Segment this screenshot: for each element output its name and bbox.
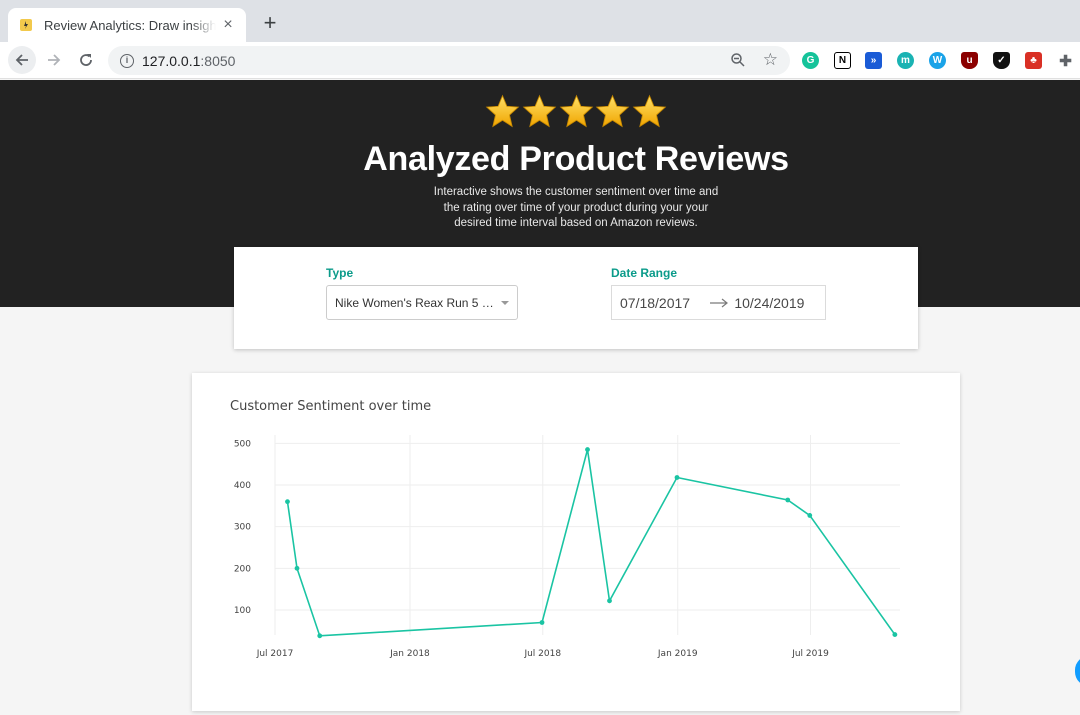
browser-tab[interactable]: Review Analytics: Draw insights × bbox=[8, 8, 246, 42]
y-tick-label: 100 bbox=[234, 606, 251, 616]
five-star-rating bbox=[485, 94, 667, 132]
arrow-right-icon bbox=[48, 54, 61, 66]
data-point bbox=[294, 565, 300, 571]
date-range-picker: 07/18/2017 10/24/2019 bbox=[611, 285, 826, 320]
x-tick-label: Jul 2018 bbox=[523, 649, 561, 659]
forward-button[interactable] bbox=[40, 46, 68, 74]
y-tick-label: 300 bbox=[234, 523, 251, 533]
grammarly-icon[interactable]: G bbox=[802, 52, 819, 69]
star-icon bbox=[595, 94, 630, 128]
data-point bbox=[807, 513, 813, 518]
site-info-icon[interactable]: i bbox=[120, 53, 134, 68]
notion-icon[interactable]: N bbox=[834, 52, 851, 69]
w-icon[interactable]: W bbox=[929, 52, 946, 69]
page-title: Analyzed Product Reviews bbox=[363, 140, 789, 178]
bookmark-star-icon[interactable]: ☆ bbox=[763, 51, 778, 68]
m-icon[interactable]: m bbox=[897, 52, 914, 69]
filter-panel: Type Nike Women's Reax Run 5 Run... Date… bbox=[234, 247, 918, 349]
x-tick-label: Jan 2018 bbox=[389, 649, 430, 659]
x-tick-label: Jul 2019 bbox=[791, 649, 829, 659]
close-tab-icon[interactable]: × bbox=[220, 17, 236, 33]
sentiment-line-chart[interactable]: Jul 2017 Jan 2018 Jul 2018 Jan 2019 Jul 2019… bbox=[192, 373, 960, 711]
star-icon bbox=[522, 94, 557, 128]
data-point bbox=[285, 499, 290, 505]
y-tick-label: 400 bbox=[234, 481, 251, 491]
star-icon bbox=[485, 94, 520, 128]
start-date-input[interactable]: 07/18/2017 bbox=[612, 295, 707, 311]
data-point bbox=[785, 497, 791, 503]
extensions-icon[interactable]: ✚ bbox=[1057, 52, 1074, 70]
app-favicon-icon bbox=[18, 17, 34, 33]
page-subtitle: Interactive shows the customer sentiment… bbox=[433, 186, 719, 229]
ublock-icon[interactable]: u bbox=[961, 52, 978, 69]
data-point bbox=[317, 633, 323, 639]
skip-icon[interactable]: » bbox=[865, 52, 882, 69]
sentiment-chart-card: Customer Sentiment over time Jul 2017 Jan… bbox=[192, 373, 960, 711]
date-range-label: Date Range bbox=[611, 266, 678, 280]
browser-tab-bar: Review Analytics: Draw insights × + bbox=[0, 0, 1080, 42]
puzzle-red-icon[interactable]: ♣ bbox=[1025, 52, 1042, 69]
data-point bbox=[607, 598, 612, 604]
tab-title: Review Analytics: Draw insights bbox=[44, 17, 216, 33]
side-floating-button[interactable] bbox=[1075, 656, 1080, 686]
star-icon bbox=[632, 94, 667, 128]
type-dropdown[interactable]: Nike Women's Reax Run 5 Run... bbox=[326, 285, 518, 320]
arrow-left-icon bbox=[15, 54, 28, 66]
y-tick-label: 200 bbox=[234, 564, 251, 574]
x-tick-label: Jan 2019 bbox=[657, 649, 698, 659]
reload-icon bbox=[80, 54, 92, 66]
chevron-down-icon bbox=[501, 301, 509, 305]
back-button[interactable] bbox=[8, 46, 36, 74]
data-point bbox=[539, 620, 545, 625]
data-point bbox=[674, 475, 680, 480]
end-date-input[interactable]: 10/24/2019 bbox=[730, 295, 825, 311]
address-bar[interactable]: i 127.0.0.1:8050 ☆ bbox=[108, 46, 790, 75]
shield-icon[interactable]: ✓ bbox=[993, 52, 1010, 69]
zoom-out-icon[interactable] bbox=[730, 52, 746, 73]
data-point bbox=[585, 447, 590, 452]
reload-button[interactable] bbox=[72, 46, 100, 74]
star-icon bbox=[559, 94, 593, 128]
y-tick-label: 500 bbox=[234, 439, 251, 449]
app-page: Analyzed Product Reviews Interactive sho… bbox=[0, 80, 1080, 715]
new-tab-button[interactable]: + bbox=[258, 12, 282, 36]
series-line bbox=[286, 449, 896, 637]
type-selected-value: Nike Women's Reax Run 5 Run... bbox=[335, 295, 495, 310]
type-label: Type bbox=[326, 266, 354, 280]
arrow-right-icon bbox=[707, 295, 731, 311]
browser-toolbar: i 127.0.0.1:8050 ☆ G N » m W u ✓ ♣ ✚ bbox=[0, 42, 1080, 79]
x-tick-label: Jul 2017 bbox=[256, 649, 294, 659]
url-text: 127.0.0.1:8050 bbox=[142, 52, 236, 69]
data-point bbox=[892, 632, 898, 637]
